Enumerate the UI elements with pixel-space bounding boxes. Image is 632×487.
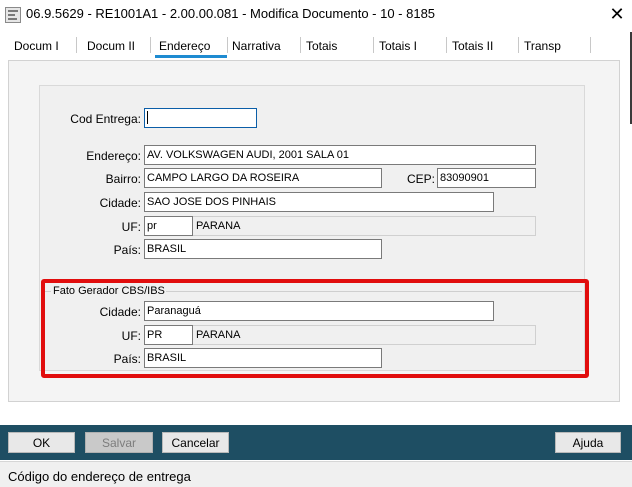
tab-endereco[interactable]: Endereço — [159, 39, 210, 53]
cod-entrega-input[interactable] — [144, 108, 257, 128]
tab-separator — [373, 37, 374, 53]
text-caret — [147, 110, 148, 124]
title-bar: 06.9.5629 - RE1001A1 - 2.00.00.081 - Mod… — [0, 0, 632, 29]
bairro-input[interactable]: CAMPO LARGO DA ROSEIRA — [144, 168, 382, 188]
cidade-input[interactable]: SAO JOSE DOS PINHAIS — [144, 192, 494, 212]
tab-docum-i[interactable]: Docum I — [14, 39, 59, 53]
tab-separator — [590, 37, 591, 53]
tab-totais-ii[interactable]: Totais II — [452, 39, 493, 53]
endereco-input[interactable]: AV. VOLKSWAGEN AUDI, 2001 SALA 01 — [144, 145, 536, 165]
tab-totais[interactable]: Totais — [306, 39, 337, 53]
cod-entrega-label: Cod Entrega: — [70, 112, 141, 126]
ajuda-button[interactable]: Ajuda — [555, 432, 621, 453]
tab-separator — [76, 37, 77, 53]
status-text: Código do endereço de entrega — [8, 469, 191, 484]
cep-input[interactable]: 83090901 — [437, 168, 536, 188]
bairro-label: Bairro: — [105, 172, 141, 186]
tab-separator — [227, 37, 228, 53]
tab-transp[interactable]: Transp — [524, 39, 561, 53]
endereco-label: Endereço: — [86, 149, 141, 163]
app-icon — [5, 7, 21, 23]
tab-narrativa[interactable]: Narrativa — [232, 39, 281, 53]
cancelar-button[interactable]: Cancelar — [162, 432, 229, 453]
status-bar: Código do endereço de entrega — [0, 461, 632, 487]
button-bar: OK Salvar Cancelar Ajuda — [0, 425, 632, 460]
uf-input[interactable]: pr — [144, 216, 193, 236]
cidade-label: Cidade: — [99, 196, 141, 210]
pais-input[interactable]: BRASIL — [144, 239, 382, 259]
pais-label: País: — [113, 243, 141, 257]
cep-label: CEP: — [406, 172, 435, 186]
tab-separator — [446, 37, 447, 53]
active-tab-indicator — [155, 55, 227, 58]
tab-separator — [150, 37, 151, 53]
uf-description: PARANA — [193, 216, 536, 236]
window-title: 06.9.5629 - RE1001A1 - 2.00.00.081 - Mod… — [26, 6, 436, 21]
tab-separator — [518, 37, 519, 53]
ok-button[interactable]: OK — [8, 432, 75, 453]
tab-totais-i[interactable]: Totais I — [379, 39, 417, 53]
uf-label: UF: — [121, 220, 141, 234]
close-icon: ✕ — [609, 4, 625, 24]
salvar-button[interactable]: Salvar — [85, 432, 153, 453]
close-button[interactable]: ✕ — [602, 0, 632, 29]
tab-separator — [300, 37, 301, 53]
tab-docum-ii[interactable]: Docum II — [87, 39, 135, 53]
tab-bar: Docum I Docum II Endereço Narrativa Tota… — [0, 32, 632, 60]
highlight-box — [41, 279, 589, 378]
